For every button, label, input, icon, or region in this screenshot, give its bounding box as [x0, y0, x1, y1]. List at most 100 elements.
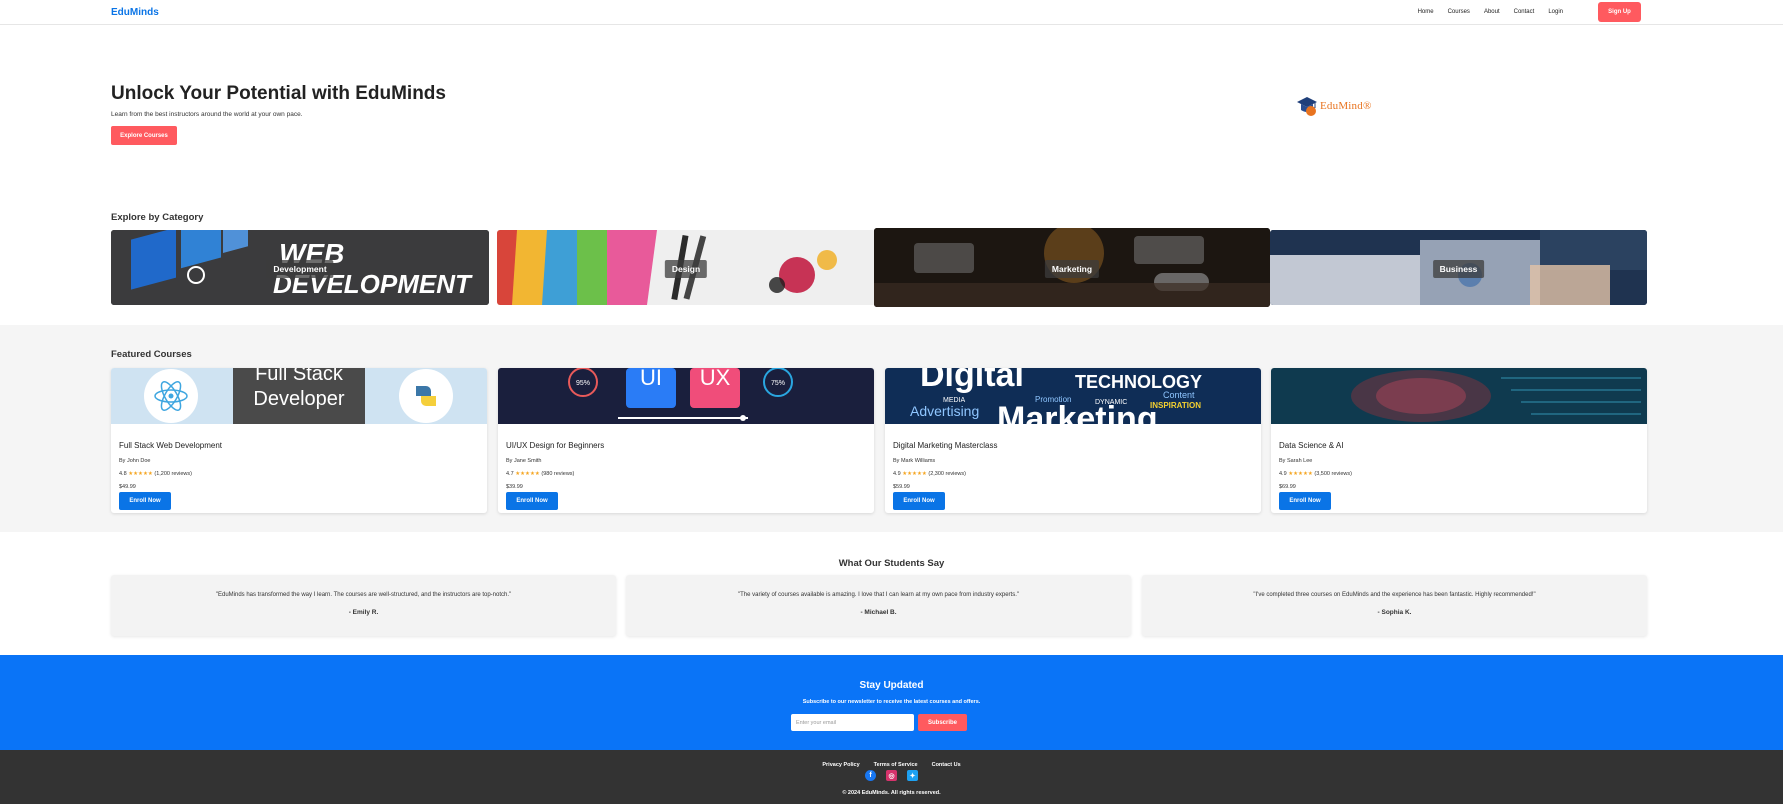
course-image-fullstack: Full Stack Developer [111, 368, 487, 424]
category-label-marketing: Marketing [1044, 260, 1100, 278]
testimonial-quote: "The variety of courses available is ama… [737, 592, 1020, 598]
enroll-button[interactable]: Enroll Now [119, 492, 171, 510]
testimonials-title: What Our Students Say [838, 558, 945, 569]
course-author: By Jane Smith [506, 458, 542, 464]
course-price: $59.99 [893, 484, 910, 490]
course-title[interactable]: Digital Marketing Masterclass [893, 441, 997, 450]
category-label-development: Development [266, 260, 334, 278]
explore-courses-button[interactable]: Explore Courses [111, 126, 177, 145]
course-title[interactable]: UI/UX Design for Beginners [506, 441, 604, 450]
footer-links: Privacy Policy Terms of Service Contact … [0, 762, 1783, 768]
footer-link-privacy[interactable]: Privacy Policy [822, 762, 859, 768]
newsletter-section: Stay Updated Subscribe to our newsletter… [0, 655, 1783, 750]
hero-logo-text: EduMind® [1320, 100, 1372, 112]
star-rating-icon: ★★★★★ [902, 471, 927, 477]
testimonial-author: - Michael B. [860, 609, 897, 616]
subscribe-button[interactable]: Subscribe [918, 714, 967, 731]
page: EduMinds Home Courses About Contact Logi… [0, 0, 1783, 804]
top-nav: EduMinds Home Courses About Contact Logi… [0, 0, 1783, 25]
social-icons: f ◎ ✦ [0, 770, 1783, 781]
signup-button[interactable]: Sign Up [1598, 2, 1641, 22]
brand-logo[interactable]: EduMinds [111, 7, 159, 18]
course-author: By Mark Williams [893, 458, 936, 464]
featured-section-title: Featured Courses [111, 349, 192, 360]
rating-value: 4.9 [1279, 471, 1287, 477]
nav-link-about[interactable]: About [1484, 9, 1500, 15]
star-rating-icon: ★★★★★ [128, 471, 153, 477]
course-card-fullstack: Full Stack Developer Full Stack Web Deve… [111, 368, 487, 513]
svg-text:Advertising: Advertising [910, 403, 979, 419]
course-price: $49.99 [119, 484, 136, 490]
course-card-uiux: 95% UI UX 75% UI/UX Design for Beginners… [498, 368, 874, 513]
course-author: By Sarah Lee [1279, 458, 1313, 464]
footer-link-terms[interactable]: Terms of Service [874, 762, 918, 768]
course-author: By John Doe [119, 458, 151, 464]
graduation-cap-icon [1297, 97, 1317, 116]
twitter-icon[interactable]: ✦ [907, 770, 918, 781]
copyright-text: © 2024 EduMinds. All rights reserved. [842, 790, 941, 796]
nav-link-contact[interactable]: Contact [1514, 9, 1535, 15]
course-rating: 4.8 ★★★★★ (1,200 reviews) [119, 471, 192, 477]
svg-text:TECHNOLOGY: TECHNOLOGY [1075, 372, 1202, 392]
testimonial-author: - Sophia K. [1377, 609, 1412, 616]
footer: Privacy Policy Terms of Service Contact … [0, 750, 1783, 804]
category-card-business[interactable]: Business [1270, 230, 1647, 305]
svg-text:UX: UX [700, 368, 731, 390]
category-card-marketing[interactable]: Marketing [874, 228, 1270, 307]
star-rating-icon: ★★★★★ [515, 471, 540, 477]
svg-text:Full Stack: Full Stack [255, 368, 344, 385]
newsletter-title: Stay Updated [859, 680, 924, 691]
category-label-business: Business [1432, 260, 1485, 278]
hero-logo: EduMind® [1296, 92, 1386, 120]
facebook-icon[interactable]: f [865, 770, 876, 781]
nav-link-home[interactable]: Home [1418, 9, 1434, 15]
svg-text:Marketing: Marketing [997, 400, 1158, 424]
course-image-uiux: 95% UI UX 75% [498, 368, 874, 424]
rating-value: 4.8 [119, 471, 127, 477]
category-label-design: Design [664, 260, 708, 278]
review-count: (980 reviews) [541, 471, 575, 477]
svg-text:Content: Content [1163, 390, 1195, 400]
instagram-icon[interactable]: ◎ [886, 770, 897, 781]
svg-text:Developer: Developer [253, 388, 345, 410]
star-rating-icon: ★★★★★ [1288, 471, 1313, 477]
category-card-development[interactable]: WEB DEVELOPMENT Development [111, 230, 489, 305]
category-section-title: Explore by Category [111, 212, 204, 223]
nav-link-courses[interactable]: Courses [1448, 9, 1470, 15]
review-count: (2,300 reviews) [928, 471, 966, 477]
course-image-marketing: Digital TECHNOLOGY Content INSPIRATION D… [885, 368, 1261, 424]
testimonial-author: - Emily R. [348, 609, 379, 616]
testimonial-card: "EduMinds has transformed the way I lear… [111, 575, 616, 636]
enroll-button[interactable]: Enroll Now [506, 492, 558, 510]
svg-text:UI: UI [640, 368, 662, 390]
svg-text:75%: 75% [771, 380, 785, 387]
svg-text:95%: 95% [576, 380, 590, 387]
hero-title: Unlock Your Potential with EduMinds [111, 83, 446, 104]
course-rating: 4.9 ★★★★★ (3,500 reviews) [1279, 471, 1352, 477]
course-price: $69.99 [1279, 484, 1296, 490]
footer-link-contact[interactable]: Contact Us [932, 762, 961, 768]
svg-text:INSPIRATION: INSPIRATION [1150, 401, 1201, 410]
course-rating: 4.9 ★★★★★ (2,300 reviews) [893, 471, 966, 477]
course-card-datascience: Data Science & AI By Sarah Lee 4.9 ★★★★★… [1271, 368, 1647, 513]
review-count: (3,500 reviews) [1314, 471, 1352, 477]
svg-text:Digital: Digital [920, 368, 1024, 394]
hero-subtitle: Learn from the best instructors around t… [111, 111, 303, 118]
nav-links: Home Courses About Contact Login [1418, 9, 1563, 15]
enroll-button[interactable]: Enroll Now [1279, 492, 1331, 510]
enroll-button[interactable]: Enroll Now [893, 492, 945, 510]
category-card-design[interactable]: Design [497, 230, 875, 305]
course-image-datascience [1271, 368, 1647, 424]
nav-link-login[interactable]: Login [1548, 9, 1563, 15]
testimonial-card: "I've completed three courses on EduMind… [1142, 575, 1647, 636]
course-title[interactable]: Data Science & AI [1279, 441, 1343, 450]
course-title[interactable]: Full Stack Web Development [119, 441, 222, 450]
course-card-marketing: Digital TECHNOLOGY Content INSPIRATION D… [885, 368, 1261, 513]
newsletter-email-input[interactable] [791, 714, 914, 731]
testimonial-quote: "I've completed three courses on EduMind… [1253, 592, 1536, 598]
testimonial-card: "The variety of courses available is ama… [626, 575, 1131, 636]
rating-value: 4.7 [506, 471, 514, 477]
review-count: (1,200 reviews) [154, 471, 192, 477]
course-rating: 4.7 ★★★★★ (980 reviews) [506, 471, 574, 477]
testimonial-quote: "EduMinds has transformed the way I lear… [215, 592, 512, 598]
